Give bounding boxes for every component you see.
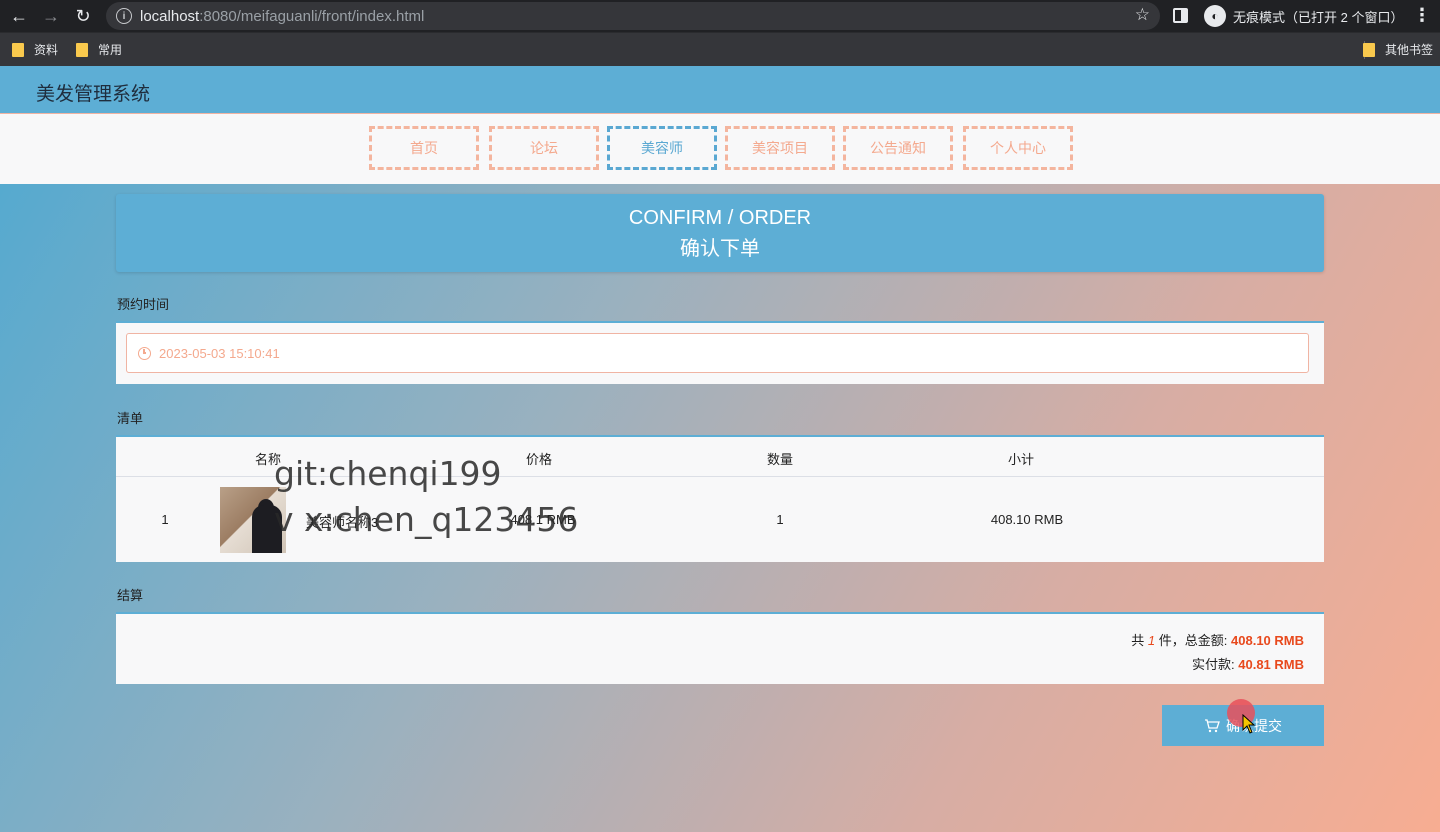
bookmark-star-icon[interactable]: ☆	[1135, 5, 1150, 25]
col-header-subtotal: 小计	[1007, 452, 1035, 467]
page-body: 美发管理系统 首页 论坛 美容师 美容项目 公告通知 个人中心 CONFIRM …	[0, 66, 1440, 832]
item-count: 1	[1147, 633, 1156, 648]
folder-icon	[76, 42, 88, 57]
bookmark-folder-other[interactable]: 其他书签	[1363, 41, 1433, 58]
bookmarks-bar: 资料 常用 其他书签	[0, 32, 1440, 66]
paid-amount: 40.81 RMB	[1238, 657, 1304, 672]
booking-time-card: 2023-05-03 15:10:41	[116, 321, 1324, 384]
reload-icon[interactable]: ↻	[70, 3, 96, 29]
app-title: 美发管理系统	[36, 84, 151, 105]
banner-title-zh: 确认下单	[680, 238, 760, 260]
folder-icon	[1363, 42, 1375, 57]
booking-time-label: 预约时间	[117, 297, 170, 312]
incognito-icon[interactable]: ◐	[1204, 5, 1226, 27]
nav-forum[interactable]: 论坛	[489, 126, 599, 170]
confirm-order-banner: CONFIRM / ORDER 确认下单	[116, 194, 1324, 272]
total-amount: 408.10 RMB	[1231, 633, 1304, 648]
address-bar[interactable]: i localhost:8080/meifaguanli/front/index…	[106, 2, 1160, 30]
row-subtotal: 408.10 RMB	[990, 512, 1064, 527]
nav-announcements[interactable]: 公告通知	[843, 126, 953, 170]
incognito-label[interactable]: 无痕模式（已打开 2 个窗口）	[1233, 7, 1403, 26]
col-header-qty: 数量	[766, 452, 794, 467]
order-list-label: 清单	[117, 411, 144, 426]
nav-stylist[interactable]: 美容师	[607, 126, 717, 170]
col-header-price: 价格	[525, 452, 553, 467]
row-index: 1	[161, 512, 169, 527]
browser-menu-icon[interactable]: ⋮	[1413, 5, 1431, 26]
back-icon[interactable]: ←	[6, 3, 32, 29]
forward-icon[interactable]: →	[38, 3, 64, 29]
browser-toolbar: ← → ↻ i localhost:8080/meifaguanli/front…	[0, 0, 1440, 32]
booking-time-input[interactable]: 2023-05-03 15:10:41	[126, 333, 1309, 373]
nav-home[interactable]: 首页	[369, 126, 479, 170]
paid-summary: 实付款: 40.81 RMB	[1192, 657, 1304, 672]
folder-icon	[12, 42, 24, 57]
watermark-git: git:chenqi199	[274, 454, 502, 493]
address-url: localhost:8080/meifaguanli/front/index.h…	[140, 7, 425, 25]
nav-beauty-items[interactable]: 美容项目	[725, 126, 835, 170]
mouse-cursor-icon	[1242, 714, 1256, 734]
settlement-label: 结算	[117, 588, 144, 603]
app-header: 美发管理系统	[0, 66, 1440, 114]
nav-personal-center[interactable]: 个人中心	[963, 126, 1073, 170]
total-summary: 共 1 件，总金额: 408.10 RMB	[1131, 633, 1304, 648]
watermark-contact: v x:chen_q123456	[274, 500, 579, 539]
settlement-card: 共 1 件，总金额: 408.10 RMB 实付款: 40.81 RMB	[116, 612, 1324, 684]
bookmark-folder-changyong[interactable]: 常用	[76, 41, 122, 58]
booking-time-value: 2023-05-03 15:10:41	[159, 345, 280, 361]
bookmark-folder-ziliao[interactable]: 资料	[12, 41, 58, 58]
main-nav: 首页 论坛 美容师 美容项目 公告通知 个人中心	[0, 114, 1440, 184]
banner-title-en: CONFIRM / ORDER	[628, 207, 812, 229]
site-info-icon[interactable]: i	[116, 8, 132, 24]
cart-icon	[1205, 718, 1220, 732]
clock-icon	[138, 346, 151, 360]
side-panel-icon[interactable]	[1173, 8, 1188, 23]
row-qty: 1	[776, 512, 784, 527]
